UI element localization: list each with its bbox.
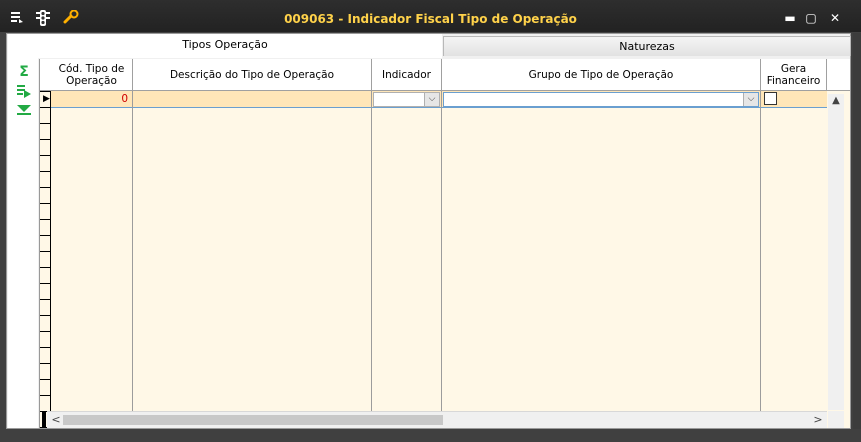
client-area: Tipos Operação Naturezas Σ Cód. Tipo de … [6,33,851,429]
row-indicator-tick [40,123,51,124]
header-descricao[interactable]: Descrição do Tipo de Operação [133,59,372,91]
column-divider [371,108,372,428]
column-divider [760,108,761,428]
row-indicator-tick [40,331,51,332]
row-indicator-tick [40,107,51,108]
row-indicator-tick [40,315,51,316]
row-indicator-tick [40,363,51,364]
close-button[interactable]: ✕ [826,10,844,26]
cod-value: 0 [121,93,128,105]
header-gera-financeiro[interactable]: Gera Financeiro [761,59,827,91]
row-indicator-tick [40,187,51,188]
left-toolbar: Σ [8,58,38,428]
cell-gera-financeiro[interactable] [761,91,827,108]
tab-naturezas[interactable]: Naturezas [443,36,851,56]
horizontal-scrollbar[interactable]: < > [47,411,827,428]
scroll-left-icon[interactable]: < [49,412,63,428]
row-indicator-tick [40,91,51,92]
cell-descricao[interactable] [133,91,372,108]
row-indicator-tick [40,235,51,236]
chevron-down-icon[interactable]: ⌵ [424,93,439,106]
window-title: 009063 - Indicador Fiscal Tipo de Operaç… [284,12,577,26]
row-indicator-tick [40,379,51,380]
scroll-up-icon[interactable]: ▲ [828,94,844,108]
vertical-scrollbar[interactable]: ▲ [828,94,844,410]
row-indicator-tick [40,203,51,204]
column-divider [441,108,442,428]
row-indicator-tick [40,171,51,172]
row-indicator-tick [40,283,51,284]
grid-header: Cód. Tipo de Operação Descrição do Tipo … [40,59,850,91]
row-indicator-tick [40,267,51,268]
column-divider [132,108,133,428]
scroll-corner [828,411,844,428]
tab-tipos-operacao[interactable]: Tipos Operação [8,34,442,58]
row-indicator-tick [40,395,51,396]
cell-cod[interactable]: 0 [51,91,133,108]
row-indicator-tick [40,155,51,156]
row-indicator-column [40,91,51,428]
row-indicator-tick [40,299,51,300]
export-icon[interactable] [16,83,32,99]
maximize-button[interactable]: ▢ [802,10,820,26]
scroll-right-icon[interactable]: > [811,412,825,428]
grupo-select[interactable]: ⌵ [443,92,759,107]
menu-icon[interactable] [8,10,26,26]
row-indicator-tick [40,251,51,252]
row-indicator-tick [40,139,51,140]
header-indicador[interactable]: Indicador [372,59,442,91]
gera-financeiro-checkbox[interactable] [764,92,777,105]
indicador-select[interactable]: ⌵ [373,92,440,107]
data-grid: Cód. Tipo de Operação Descrição do Tipo … [39,59,850,428]
header-cod-tipo-operacao[interactable]: Cód. Tipo de Operação [51,59,133,91]
row-indicator-tick [40,347,51,348]
window-border [853,33,861,429]
cell-grupo[interactable]: ⌵ [442,91,761,108]
title-bar: 009063 - Indicador Fiscal Tipo de Operaç… [0,0,861,32]
table-row[interactable]: 0 ⌵ ⌵ [51,91,827,108]
app-window: 009063 - Indicador Fiscal Tipo de Operaç… [0,0,861,442]
scroll-frozen-marker [42,411,46,428]
wrench-icon[interactable] [62,9,80,26]
header-grupo-tipo-operacao[interactable]: Grupo de Tipo de Operação [442,59,761,91]
chevron-down-icon[interactable]: ⌵ [743,93,758,106]
scroll-thumb[interactable] [63,415,443,425]
traffic-light-icon[interactable] [34,10,52,26]
sum-icon[interactable]: Σ [16,64,32,80]
cell-indicador[interactable]: ⌵ [372,91,442,108]
minimize-button[interactable]: ▬ [781,10,799,26]
current-row-arrow-icon: ▶ [43,94,50,104]
filter-down-icon[interactable] [16,104,32,120]
row-indicator-tick [40,219,51,220]
